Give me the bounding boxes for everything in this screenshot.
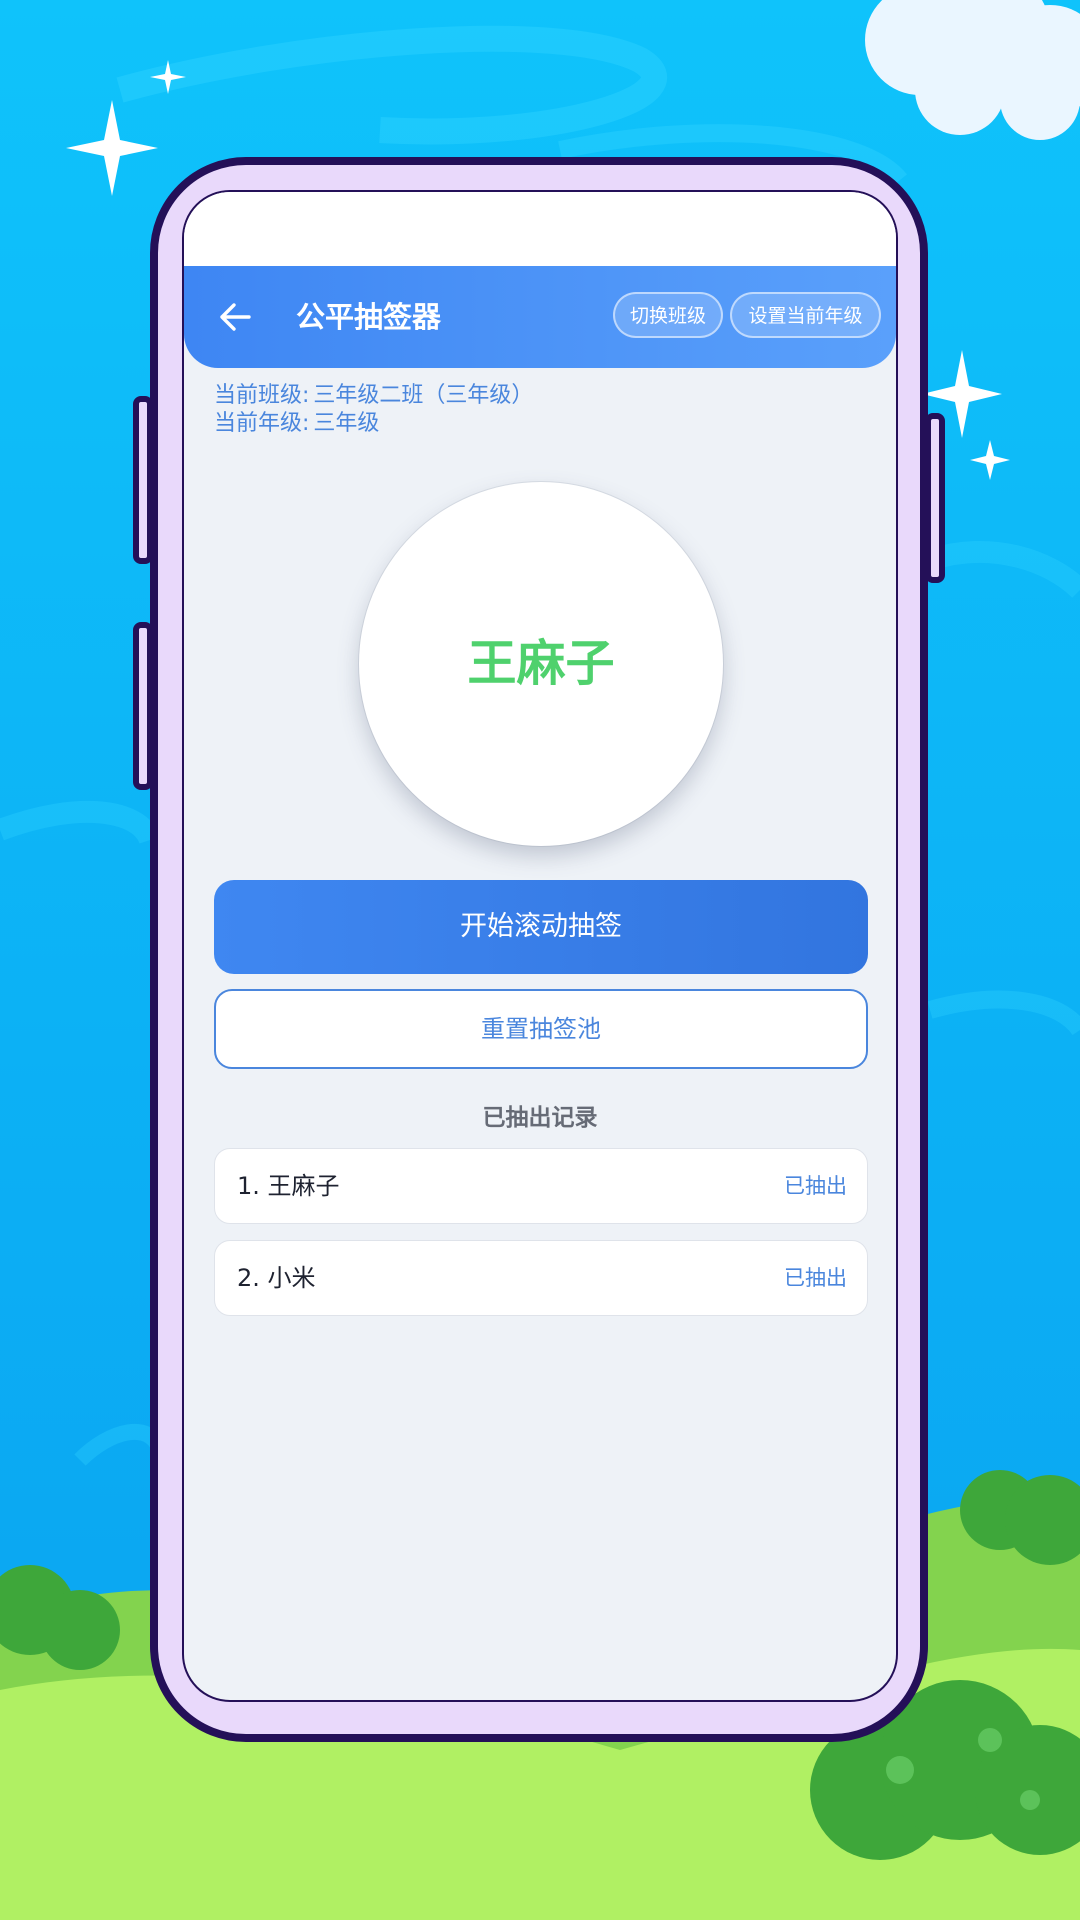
page-title: 公平抽签器 xyxy=(296,300,442,334)
current-class-value: 三年级二班（三年级） xyxy=(313,383,534,408)
current-grade-info: 当前年级: 三年级 xyxy=(214,410,379,438)
reset-pool-button[interactable]: 重置抽签池 xyxy=(214,989,868,1069)
switch-class-button[interactable]: 切换班级 xyxy=(613,292,723,338)
record-status: 已抽出 xyxy=(784,1266,847,1290)
phone-volume-up-button xyxy=(133,396,153,564)
start-draw-button[interactable]: 开始滚动抽签 xyxy=(214,880,868,974)
current-grade-value: 三年级 xyxy=(313,411,380,436)
phone-volume-down-button xyxy=(133,622,153,790)
set-current-grade-button[interactable]: 设置当前年级 xyxy=(730,292,881,338)
phone-power-button xyxy=(925,413,945,583)
records-title: 已抽出记录 xyxy=(482,1105,598,1131)
current-class-label: 当前班级: xyxy=(214,383,310,408)
record-name: 2. 小米 xyxy=(237,1264,316,1292)
phone-screen: 公平抽签器 切换班级 设置当前年级 当前班级: 三年级二班（三年级） 当前年级: 三… xyxy=(182,190,898,1702)
record-name: 1. 王麻子 xyxy=(237,1172,340,1200)
back-arrow-icon[interactable] xyxy=(218,300,252,334)
current-grade-label: 当前年级: xyxy=(214,411,310,436)
current-class-info: 当前班级: 三年级二班（三年级） xyxy=(214,382,533,410)
status-bar xyxy=(184,192,896,266)
draw-result-circle: 王麻子 xyxy=(359,482,723,846)
record-item: 1. 王麻子 已抽出 xyxy=(214,1148,868,1224)
record-status: 已抽出 xyxy=(784,1174,847,1198)
app-header: 公平抽签器 切换班级 设置当前年级 xyxy=(184,266,896,368)
drawn-name: 王麻子 xyxy=(467,635,615,692)
record-item: 2. 小米 已抽出 xyxy=(214,1240,868,1316)
